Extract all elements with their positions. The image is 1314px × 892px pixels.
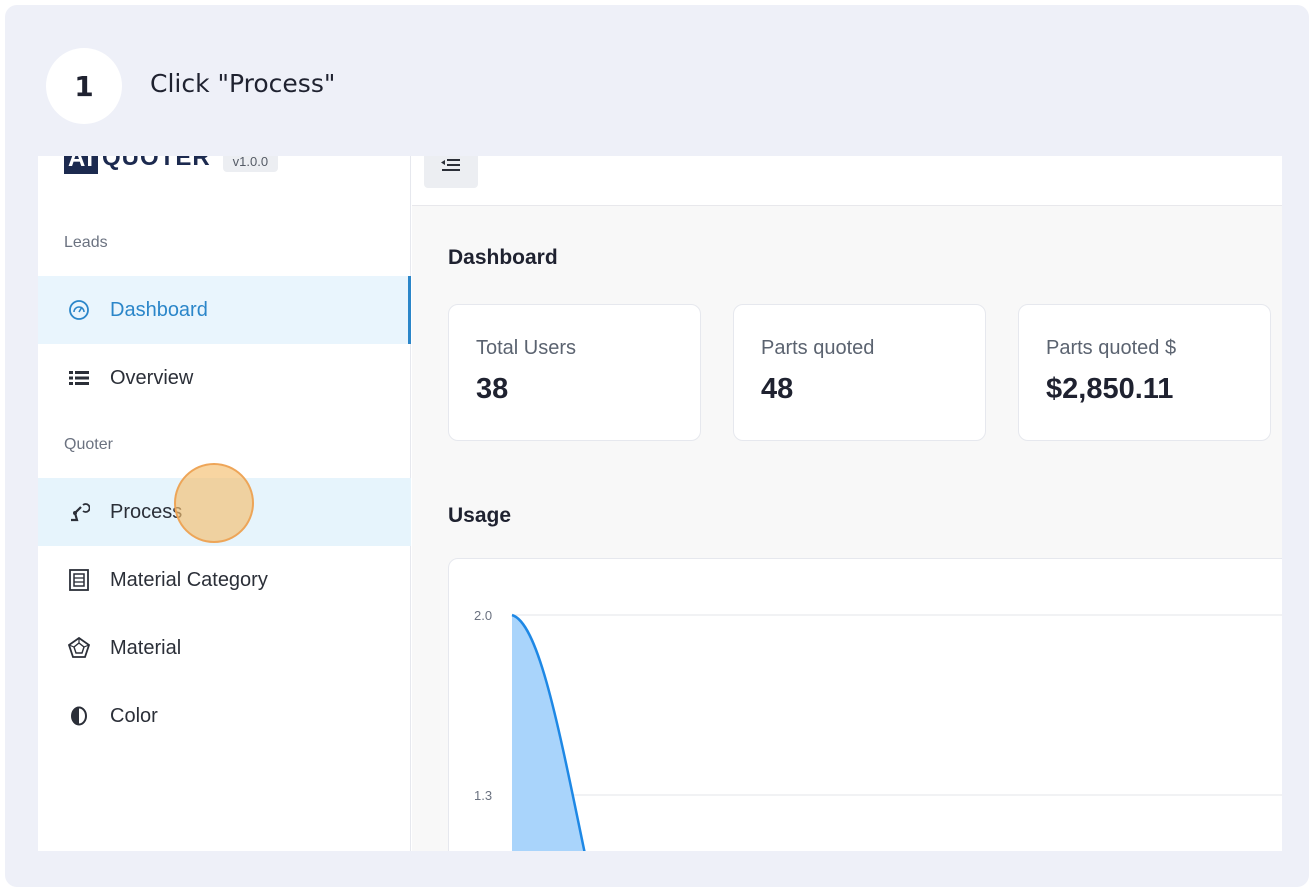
sidebar-item-label: Dashboard [110,298,208,321]
collapse-menu-icon [441,157,461,178]
list-icon [68,367,90,389]
chart-area-fill [512,615,585,851]
sidebar-item-label: Material [110,636,182,659]
click-indicator [174,463,254,543]
sidebar-item-material-category[interactable]: Material Category [38,546,411,614]
sidebar: AI QUOTER v1.0.0 Leads Dashboard Overvie… [38,156,411,851]
category-box-icon [68,569,90,591]
usage-chart: 2.0 1.3 [448,558,1282,851]
sidebar-toggle-button[interactable] [424,156,478,188]
section-label-leads: Leads [64,234,108,251]
stat-label: Total Users [476,337,577,359]
sidebar-item-overview[interactable]: Overview [38,344,411,412]
top-bar [412,156,1282,206]
logo-ai-mark: AI [64,156,98,174]
gauge-icon [68,299,90,321]
robot-arm-icon [68,501,90,523]
contrast-icon [68,705,90,727]
section-label-quoter: Quoter [64,436,113,453]
chart-y-tick-label: 1.3 [474,788,492,803]
app-screenshot: AI QUOTER v1.0.0 Leads Dashboard Overvie… [38,156,1282,851]
sidebar-item-color[interactable]: Color [38,682,411,750]
version-badge: v1.0.0 [222,156,279,172]
stat-card-parts-quoted-amount: Parts quoted $ $2,850.11 [1018,304,1271,441]
chart-y-tick-label: 2.0 [474,608,492,623]
usage-chart-svg: 2.0 1.3 [474,608,1282,851]
sidebar-item-material[interactable]: Material [38,614,411,682]
gem-icon [68,637,90,659]
stat-card-parts-quoted: Parts quoted 48 [733,304,986,441]
sidebar-item-label: Color [110,704,158,727]
sidebar-item-dashboard[interactable]: Dashboard [38,276,411,344]
sidebar-item-label: Process [110,500,183,523]
step-number-badge: 1 [46,48,122,124]
sidebar-item-label: Material Category [110,568,268,591]
step-instruction: Click "Process" [150,69,336,98]
stat-value: $2,850.11 [1046,373,1174,405]
stat-card-total-users: Total Users 38 [448,304,701,441]
main-content: Dashboard Total Users 38 Parts quoted 48… [412,156,1282,851]
usage-title: Usage [448,504,512,527]
app-logo[interactable]: AI QUOTER v1.0.0 [64,156,279,174]
page-title: Dashboard [448,246,558,269]
stat-value: 48 [761,373,794,405]
stat-value: 38 [476,373,509,405]
stat-label: Parts quoted [761,337,875,359]
logo-wordmark: QUOTER [102,156,211,171]
stat-label: Parts quoted $ [1046,337,1177,359]
sidebar-item-label: Overview [110,366,194,389]
